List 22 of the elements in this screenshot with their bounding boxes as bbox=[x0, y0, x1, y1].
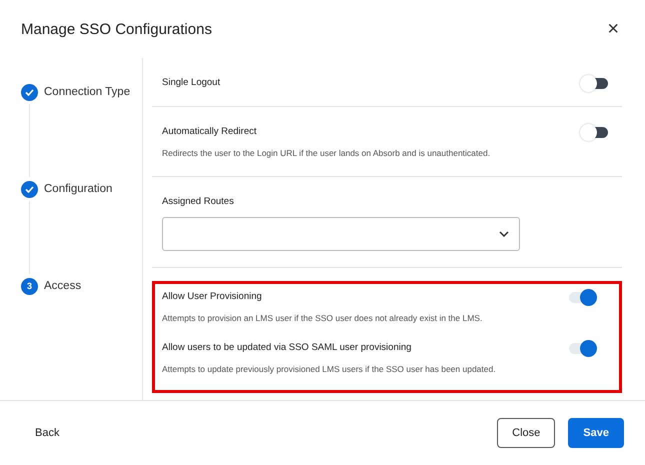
step-label[interactable]: Configuration bbox=[44, 183, 112, 195]
setting-label: Single Logout bbox=[162, 76, 220, 90]
setting-label: Automatically Redirect bbox=[162, 125, 257, 139]
close-button[interactable]: × bbox=[607, 19, 619, 39]
setting-description: Attempts to provision an LMS user if the SSO user does not already exist in the LMS. bbox=[162, 312, 484, 325]
setting-label: Allow User Provisioning bbox=[162, 290, 262, 304]
field-label: Assigned Routes bbox=[162, 195, 235, 209]
toggle-switch[interactable] bbox=[582, 78, 608, 88]
close-button[interactable]: Close bbox=[497, 418, 556, 448]
toggle-switch[interactable] bbox=[569, 292, 595, 302]
toggle-switch[interactable] bbox=[569, 342, 595, 354]
back-button[interactable]: Back bbox=[35, 427, 60, 439]
step-number: 3 bbox=[21, 278, 38, 294]
step-label[interactable]: Access bbox=[44, 280, 82, 292]
toggle-switch[interactable] bbox=[582, 126, 608, 138]
save-button[interactable]: Save bbox=[568, 418, 624, 448]
setting-label: Allow users to be updated via SSO SAML user provisioning bbox=[162, 341, 412, 355]
setting-description: Attempts to update previously provisioned LMS users if the SSO user has been updated. bbox=[162, 363, 497, 376]
chevron-down-icon bbox=[499, 231, 509, 237]
dialog-title: Manage SSO Configurations bbox=[21, 20, 212, 38]
setting-description: Redirects the user to the Login URL if the user lands on Absorb and is unauthenticated. bbox=[162, 147, 492, 160]
step-label[interactable]: Connection Type bbox=[44, 86, 130, 98]
